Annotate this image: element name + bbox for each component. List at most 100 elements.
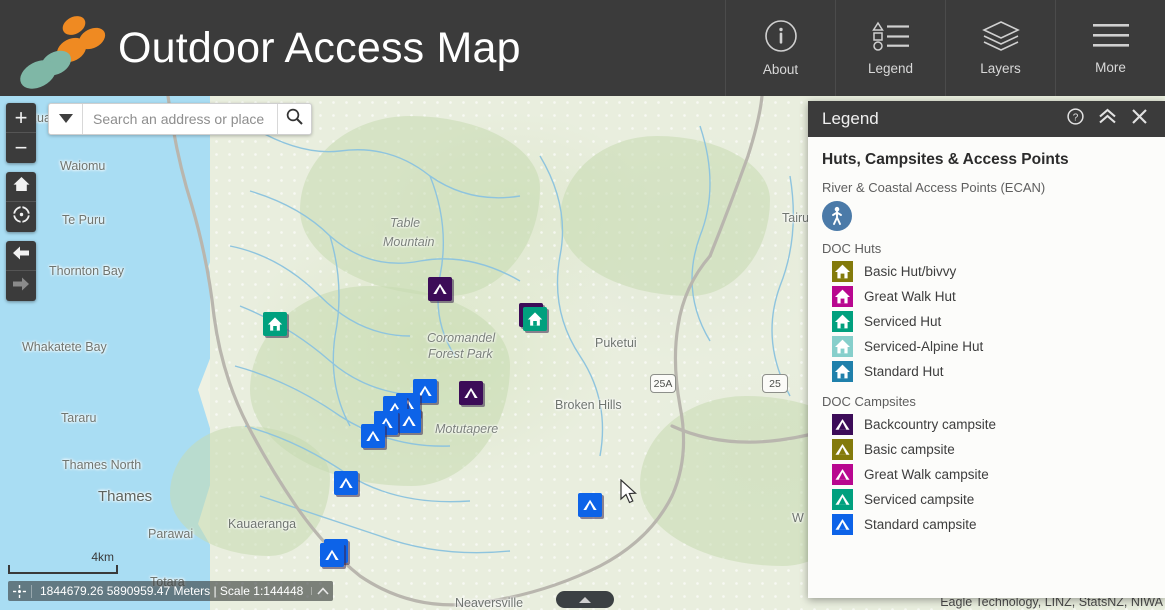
search-source-dropdown[interactable] — [49, 104, 83, 134]
crosshair-small-icon[interactable] — [8, 584, 32, 598]
map-place-label: Thames — [98, 488, 153, 505]
tent-icon — [832, 439, 853, 460]
scale-distance-label: 4km — [91, 550, 114, 564]
info-circle-icon — [764, 19, 798, 53]
map-area-label: Coromandel — [427, 331, 496, 345]
legend-item: Standard campsite — [822, 512, 1149, 537]
map-marker-campsite[interactable] — [459, 381, 483, 405]
legend-item: Serviced Hut — [822, 309, 1149, 334]
map-marker-campsite[interactable] — [428, 277, 452, 301]
crosshair-icon — [11, 205, 31, 229]
nav-label-layers: Layers — [980, 61, 1021, 76]
legend-item-label: Backcountry campsite — [864, 417, 997, 432]
tent-icon — [832, 414, 853, 435]
road-shield: 25A — [650, 374, 676, 393]
map-marker-hut[interactable] — [263, 312, 287, 336]
legend-body: Huts, Campsites & Access Points River & … — [808, 137, 1165, 598]
legend-item: Serviced-Alpine Hut — [822, 334, 1149, 359]
search-input[interactable] — [83, 104, 277, 134]
help-circle-icon: ? — [1066, 108, 1084, 130]
hut-icon — [832, 336, 853, 357]
legend-item: Basic campsite — [822, 437, 1149, 462]
double-chevron-up-icon — [1098, 108, 1117, 130]
outdoor-access-logo — [15, 12, 110, 95]
nav-button-more[interactable]: More — [1055, 0, 1165, 96]
nav-button-about[interactable]: About — [725, 0, 835, 96]
nav-label-legend: Legend — [867, 61, 914, 76]
arrow-left-icon — [12, 245, 30, 266]
legend-item: Serviced campsite — [822, 487, 1149, 512]
attribution-toggle-button[interactable] — [556, 591, 614, 608]
coordinate-toggle-button[interactable] — [311, 587, 333, 595]
tent-icon — [832, 464, 853, 485]
legend-item-label: Standard campsite — [864, 517, 977, 532]
map-place-label: Neaversville — [455, 596, 524, 610]
hut-icon — [832, 361, 853, 382]
map-marker-campsite[interactable] — [334, 471, 358, 495]
scale-line — [8, 565, 118, 574]
nav-button-legend[interactable]: Legend — [835, 0, 945, 96]
zoom-in-button[interactable]: + — [6, 103, 36, 133]
legend-help-button[interactable]: ? — [1059, 102, 1091, 136]
map-area-label: Motutapere — [435, 422, 499, 436]
legend-item-label: Great Walk campsite — [864, 467, 989, 482]
next-extent-button[interactable] — [6, 271, 36, 301]
chevron-down-icon — [58, 110, 73, 128]
legend-item-label: Serviced-Alpine Hut — [864, 339, 984, 354]
hamburger-menu-icon — [1091, 21, 1131, 51]
map-place-label: Thornton Bay — [49, 264, 125, 278]
map-marker-campsite[interactable] — [361, 424, 385, 448]
legend-item: Standard Hut — [822, 359, 1149, 384]
legend-item-label: Serviced campsite — [864, 492, 975, 507]
scale-bar: 4km — [8, 550, 118, 574]
legend-panel-title: Legend — [822, 109, 879, 128]
svg-text:?: ? — [1072, 112, 1078, 123]
previous-extent-button[interactable] — [6, 241, 36, 271]
home-icon — [13, 176, 30, 197]
legend-section-heading: DOC Huts — [822, 241, 882, 256]
legend-close-button[interactable] — [1123, 102, 1155, 136]
legend-item-label: Standard Hut — [864, 364, 944, 379]
zoom-control-box: + − — [6, 103, 36, 163]
map-place-label: W — [792, 511, 804, 525]
header-nav: About Legend Layers More — [725, 0, 1165, 96]
home-button[interactable] — [6, 172, 36, 202]
map-place-label: Tararu — [61, 411, 97, 425]
hut-icon — [832, 286, 853, 307]
map-place-label: Parawai — [148, 527, 194, 541]
legend-item-label: Basic campsite — [864, 442, 955, 457]
app-header: Outdoor Access Map About Legend Layers M… — [0, 0, 1165, 96]
zoom-out-button[interactable]: − — [6, 133, 36, 163]
legend-section-heading: DOC Campsites — [822, 394, 916, 409]
magnifier-icon — [286, 108, 303, 130]
search-submit-button[interactable] — [277, 104, 311, 134]
legend-item: Great Walk campsite — [822, 462, 1149, 487]
map-area-label: Mountain — [383, 235, 435, 249]
map-control-stack: + − — [6, 103, 36, 310]
map-marker-hut[interactable] — [523, 307, 547, 331]
legend-collapse-button[interactable] — [1091, 102, 1123, 136]
road-shield: 25 — [762, 374, 788, 393]
nav-button-layers[interactable]: Layers — [945, 0, 1055, 96]
hut-icon — [832, 311, 853, 332]
legend-item: Basic Hut/bivvy — [822, 259, 1149, 284]
legend-list-icon — [870, 20, 912, 52]
extent-control-box — [6, 241, 36, 301]
legend-layer-title: Huts, Campsites & Access Points — [822, 151, 1069, 168]
legend-item-label: Basic Hut/bivvy — [864, 264, 957, 279]
hut-icon — [832, 261, 853, 282]
nav-label-about: About — [762, 62, 799, 77]
map-marker-campsite[interactable] — [397, 409, 421, 433]
tent-icon — [832, 514, 853, 535]
legend-sections: River & Coastal Access Points (ECAN) DOC … — [822, 180, 1149, 537]
map-area-label: Table — [390, 216, 421, 230]
arrow-right-icon — [12, 276, 30, 297]
search-bar — [48, 103, 312, 135]
locate-button[interactable] — [6, 202, 36, 232]
map-marker-campsite[interactable] — [578, 493, 602, 517]
close-icon — [1131, 108, 1148, 130]
map-area-label: Forest Park — [428, 347, 493, 361]
map-place-label: Whakatete Bay — [22, 340, 107, 354]
map-marker-campsite[interactable] — [320, 543, 344, 567]
legend-item-label: Great Walk Hut — [864, 289, 956, 304]
